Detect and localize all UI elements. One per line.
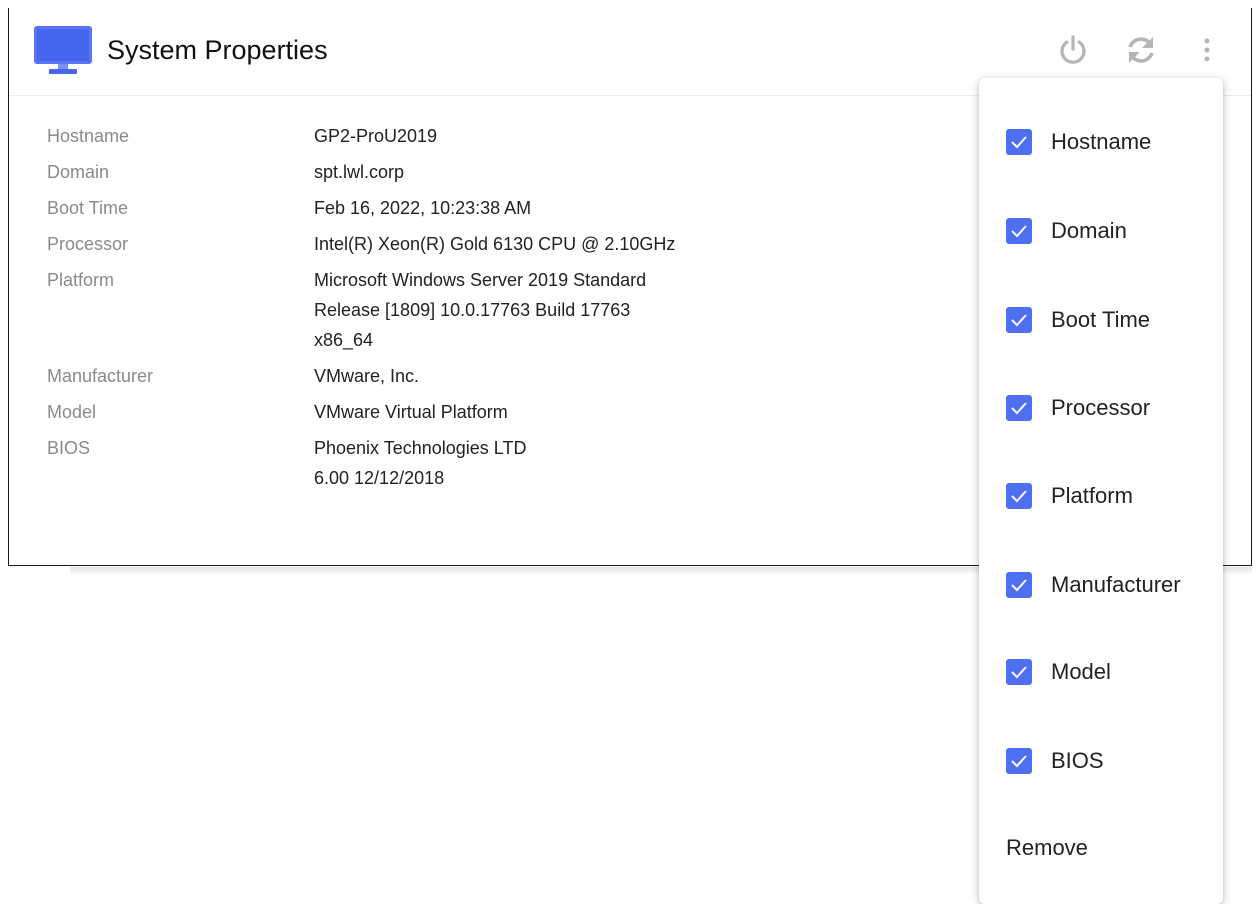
power-button[interactable] bbox=[1053, 30, 1093, 70]
menu-item-label: BIOS bbox=[1051, 748, 1104, 773]
check-icon bbox=[1011, 579, 1027, 592]
property-value: Intel(R) Xeon(R) Gold 6130 CPU @ 2.10GHz bbox=[314, 234, 676, 254]
more-vert-icon bbox=[1204, 38, 1210, 62]
more-options-button[interactable] bbox=[1187, 30, 1227, 70]
property-row-domain: Domain spt.lwl.corp bbox=[47, 157, 947, 187]
menu-item-label: Domain bbox=[1051, 218, 1127, 243]
remove-menu-item[interactable]: Remove bbox=[979, 818, 1223, 878]
property-value: VMware, Inc. bbox=[314, 366, 420, 386]
hostname-checkbox[interactable] bbox=[1006, 129, 1032, 155]
columns-menu: Hostname Domain Boot Time Processor Plat… bbox=[979, 78, 1223, 904]
processor-checkbox[interactable] bbox=[1006, 395, 1032, 421]
model-checkbox[interactable] bbox=[1006, 659, 1032, 685]
property-value: VMware Virtual Platform bbox=[314, 402, 508, 422]
refresh-button[interactable] bbox=[1121, 30, 1161, 70]
menu-item-processor[interactable]: Processor bbox=[979, 378, 1223, 438]
menu-item-hostname[interactable]: Hostname bbox=[979, 112, 1223, 172]
menu-item-platform[interactable]: Platform bbox=[979, 466, 1223, 526]
check-icon bbox=[1011, 490, 1027, 503]
refresh-icon bbox=[1128, 37, 1154, 63]
check-icon bbox=[1011, 755, 1027, 768]
menu-item-bios[interactable]: BIOS bbox=[979, 731, 1223, 791]
manufacturer-checkbox[interactable] bbox=[1006, 572, 1032, 598]
menu-item-label: Manufacturer bbox=[1051, 572, 1181, 597]
property-label: Boot Time bbox=[47, 198, 129, 218]
property-row-bios: BIOS Phoenix Technologies LTD 6.00 12/12… bbox=[47, 433, 947, 493]
platform-checkbox[interactable] bbox=[1006, 483, 1032, 509]
property-row-hostname: Hostname GP2-ProU2019 bbox=[47, 121, 947, 151]
check-icon bbox=[1011, 314, 1027, 327]
property-row-model: Model VMware Virtual Platform bbox=[47, 397, 947, 427]
check-icon bbox=[1011, 402, 1027, 415]
menu-item-label: Boot Time bbox=[1051, 307, 1151, 332]
menu-item-label: Platform bbox=[1051, 483, 1133, 508]
property-label: BIOS bbox=[47, 438, 91, 458]
property-value: Phoenix Technologies LTD 6.00 12/12/2018 bbox=[314, 438, 527, 488]
property-label: Platform bbox=[47, 270, 115, 290]
property-row-boot-time: Boot Time Feb 16, 2022, 10:23:38 AM bbox=[47, 193, 947, 223]
boot-time-checkbox[interactable] bbox=[1006, 307, 1032, 333]
page-title: System Properties bbox=[107, 35, 328, 65]
menu-item-manufacturer[interactable]: Manufacturer bbox=[979, 555, 1223, 615]
property-label: Processor bbox=[47, 234, 129, 254]
property-value: Feb 16, 2022, 10:23:38 AM bbox=[314, 198, 532, 218]
property-row-platform: Platform Microsoft Windows Server 2019 S… bbox=[47, 265, 947, 355]
menu-item-label: Processor bbox=[1051, 395, 1151, 420]
property-value: spt.lwl.corp bbox=[314, 162, 405, 182]
menu-item-label: Hostname bbox=[1051, 129, 1152, 154]
properties-list: Hostname GP2-ProU2019 Domain spt.lwl.cor… bbox=[47, 121, 947, 499]
menu-item-domain[interactable]: Domain bbox=[979, 201, 1223, 261]
check-icon bbox=[1011, 666, 1027, 679]
property-row-processor: Processor Intel(R) Xeon(R) Gold 6130 CPU… bbox=[47, 229, 947, 259]
remove-label: Remove bbox=[1006, 835, 1088, 860]
property-label: Hostname bbox=[47, 126, 130, 146]
check-icon bbox=[1011, 225, 1027, 238]
check-icon bbox=[1011, 136, 1027, 149]
property-value: Microsoft Windows Server 2019 Standard R… bbox=[314, 270, 647, 350]
bios-checkbox[interactable] bbox=[1006, 748, 1032, 774]
power-icon bbox=[1060, 35, 1086, 64]
property-row-manufacturer: Manufacturer VMware, Inc. bbox=[47, 361, 947, 391]
monitor-icon bbox=[34, 26, 92, 74]
property-label: Manufacturer bbox=[47, 366, 154, 386]
property-value: GP2-ProU2019 bbox=[314, 126, 438, 146]
property-label: Domain bbox=[47, 162, 110, 182]
menu-item-label: Model bbox=[1051, 659, 1111, 684]
menu-item-boot-time[interactable]: Boot Time bbox=[979, 290, 1223, 350]
property-label: Model bbox=[47, 402, 97, 422]
domain-checkbox[interactable] bbox=[1006, 218, 1032, 244]
menu-item-model[interactable]: Model bbox=[979, 642, 1223, 702]
